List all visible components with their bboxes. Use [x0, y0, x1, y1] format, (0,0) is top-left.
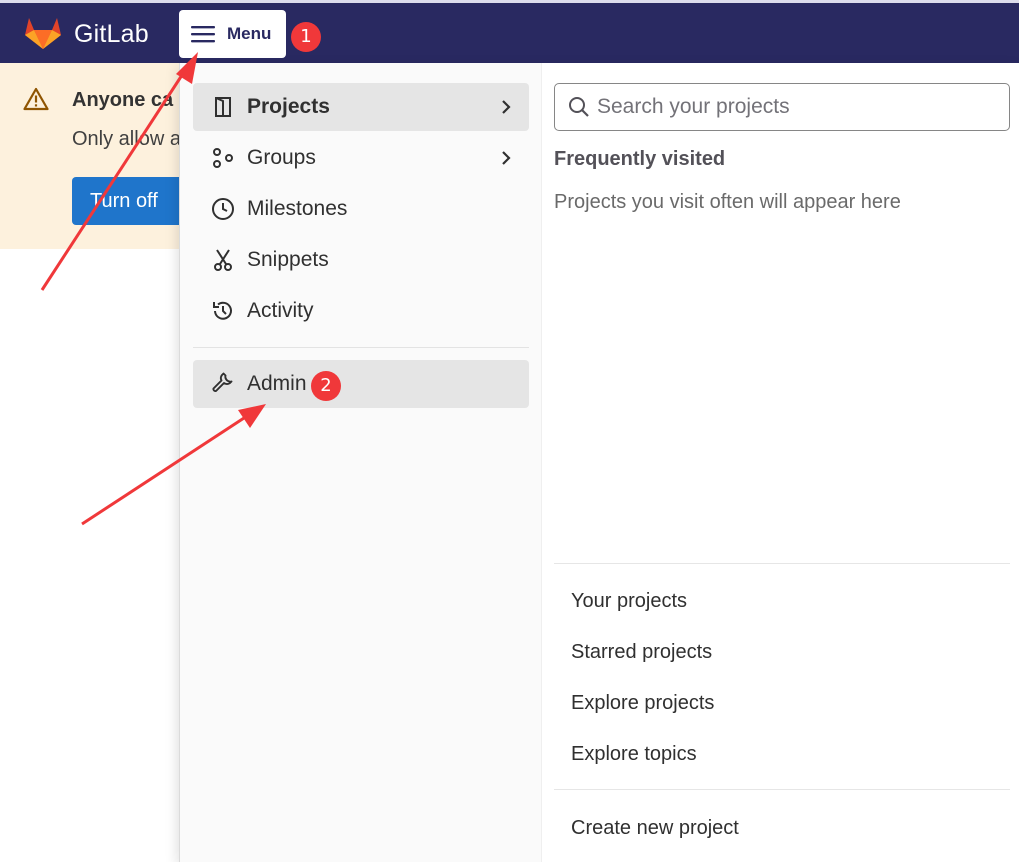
gitlab-logo-icon[interactable] [24, 15, 62, 51]
banner-text: Only allow a [72, 128, 181, 150]
menu-item-label: Milestones [247, 197, 348, 220]
search-input[interactable] [597, 92, 997, 122]
menu-item-projects[interactable]: Projects [193, 83, 529, 131]
annotation-badge-2: 2 [311, 371, 341, 401]
menu-divider [193, 347, 529, 348]
links-divider [554, 563, 1010, 564]
menu-item-admin[interactable]: Admin [193, 360, 529, 408]
link-your-projects[interactable]: Your projects [571, 590, 687, 613]
chevron-right-icon [502, 100, 511, 114]
menu-button-label: Menu [227, 24, 272, 43]
menu-item-label: Projects [247, 95, 330, 118]
menu-item-snippets[interactable]: Snippets [193, 236, 529, 284]
menu-item-label: Activity [247, 299, 314, 322]
create-divider [554, 789, 1010, 790]
menu-dropdown: Projects Groups Milestones Snippets Acti… [179, 63, 1019, 862]
annotation-badge-1: 1 [291, 22, 321, 52]
menu-item-milestones[interactable]: Milestones [193, 185, 529, 233]
menu-item-groups[interactable]: Groups [193, 134, 529, 182]
link-starred-projects[interactable]: Starred projects [571, 641, 712, 664]
link-explore-projects[interactable]: Explore projects [571, 692, 714, 715]
turn-off-button[interactable]: Turn off [72, 177, 192, 225]
frequently-visited-empty-text: Projects you visit often will appear her… [554, 191, 901, 213]
link-explore-topics[interactable]: Explore topics [571, 743, 697, 766]
history-icon [213, 301, 232, 320]
menu-item-activity[interactable]: Activity [193, 287, 529, 335]
brand-name[interactable]: GitLab [74, 20, 149, 49]
warning-icon [23, 87, 49, 111]
menu-button[interactable]: Menu [179, 10, 286, 58]
chevron-right-icon [502, 151, 511, 165]
menu-item-label: Snippets [247, 248, 329, 271]
project-search-box [554, 83, 1010, 131]
clock-icon [212, 198, 234, 220]
frequently-visited-heading: Frequently visited [554, 148, 726, 170]
menu-item-label: Groups [247, 146, 316, 169]
link-create-new-project[interactable]: Create new project [571, 817, 739, 840]
menu-item-label: Admin [247, 372, 307, 395]
scissors-icon [214, 249, 232, 271]
search-icon [569, 97, 589, 117]
menu-nav-column: Projects Groups Milestones Snippets Acti… [180, 63, 542, 862]
hamburger-icon [191, 26, 215, 43]
project-icon [215, 97, 231, 117]
wrench-icon [212, 372, 233, 392]
banner-title: Anyone ca [72, 89, 174, 111]
top-navigation-bar: GitLab Menu [0, 0, 1019, 63]
group-icon [213, 148, 233, 168]
